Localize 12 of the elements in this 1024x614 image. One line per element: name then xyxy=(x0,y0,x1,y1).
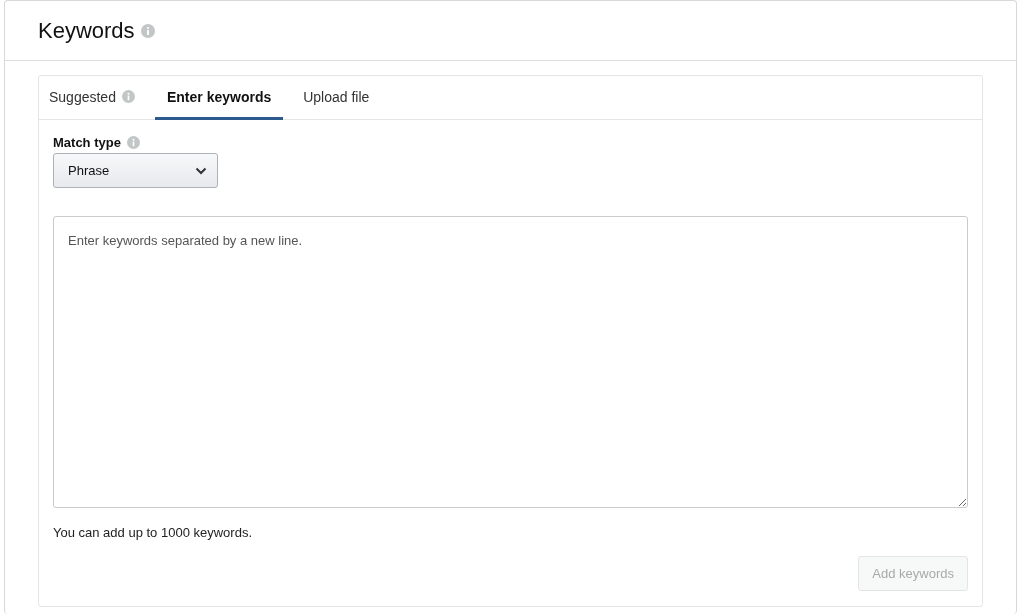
tab[interactable]: Suggested xyxy=(39,76,147,120)
section-title: Keywords xyxy=(38,17,135,44)
info-icon[interactable] xyxy=(121,90,135,103)
match-type-select[interactable]: Phrase xyxy=(53,153,218,188)
info-icon[interactable] xyxy=(140,23,155,38)
info-icon[interactable] xyxy=(126,136,140,149)
tab[interactable]: Enter keywords xyxy=(154,76,284,120)
keyword-limit-text: You can add up to 1000 keywords. xyxy=(53,525,253,540)
match-type-label: Match type xyxy=(53,135,121,150)
keywords-field[interactable]: Enter keywords separated by a new line. xyxy=(53,216,968,508)
chevron-down-icon xyxy=(195,166,207,175)
tab[interactable]: Upload file xyxy=(291,76,382,120)
